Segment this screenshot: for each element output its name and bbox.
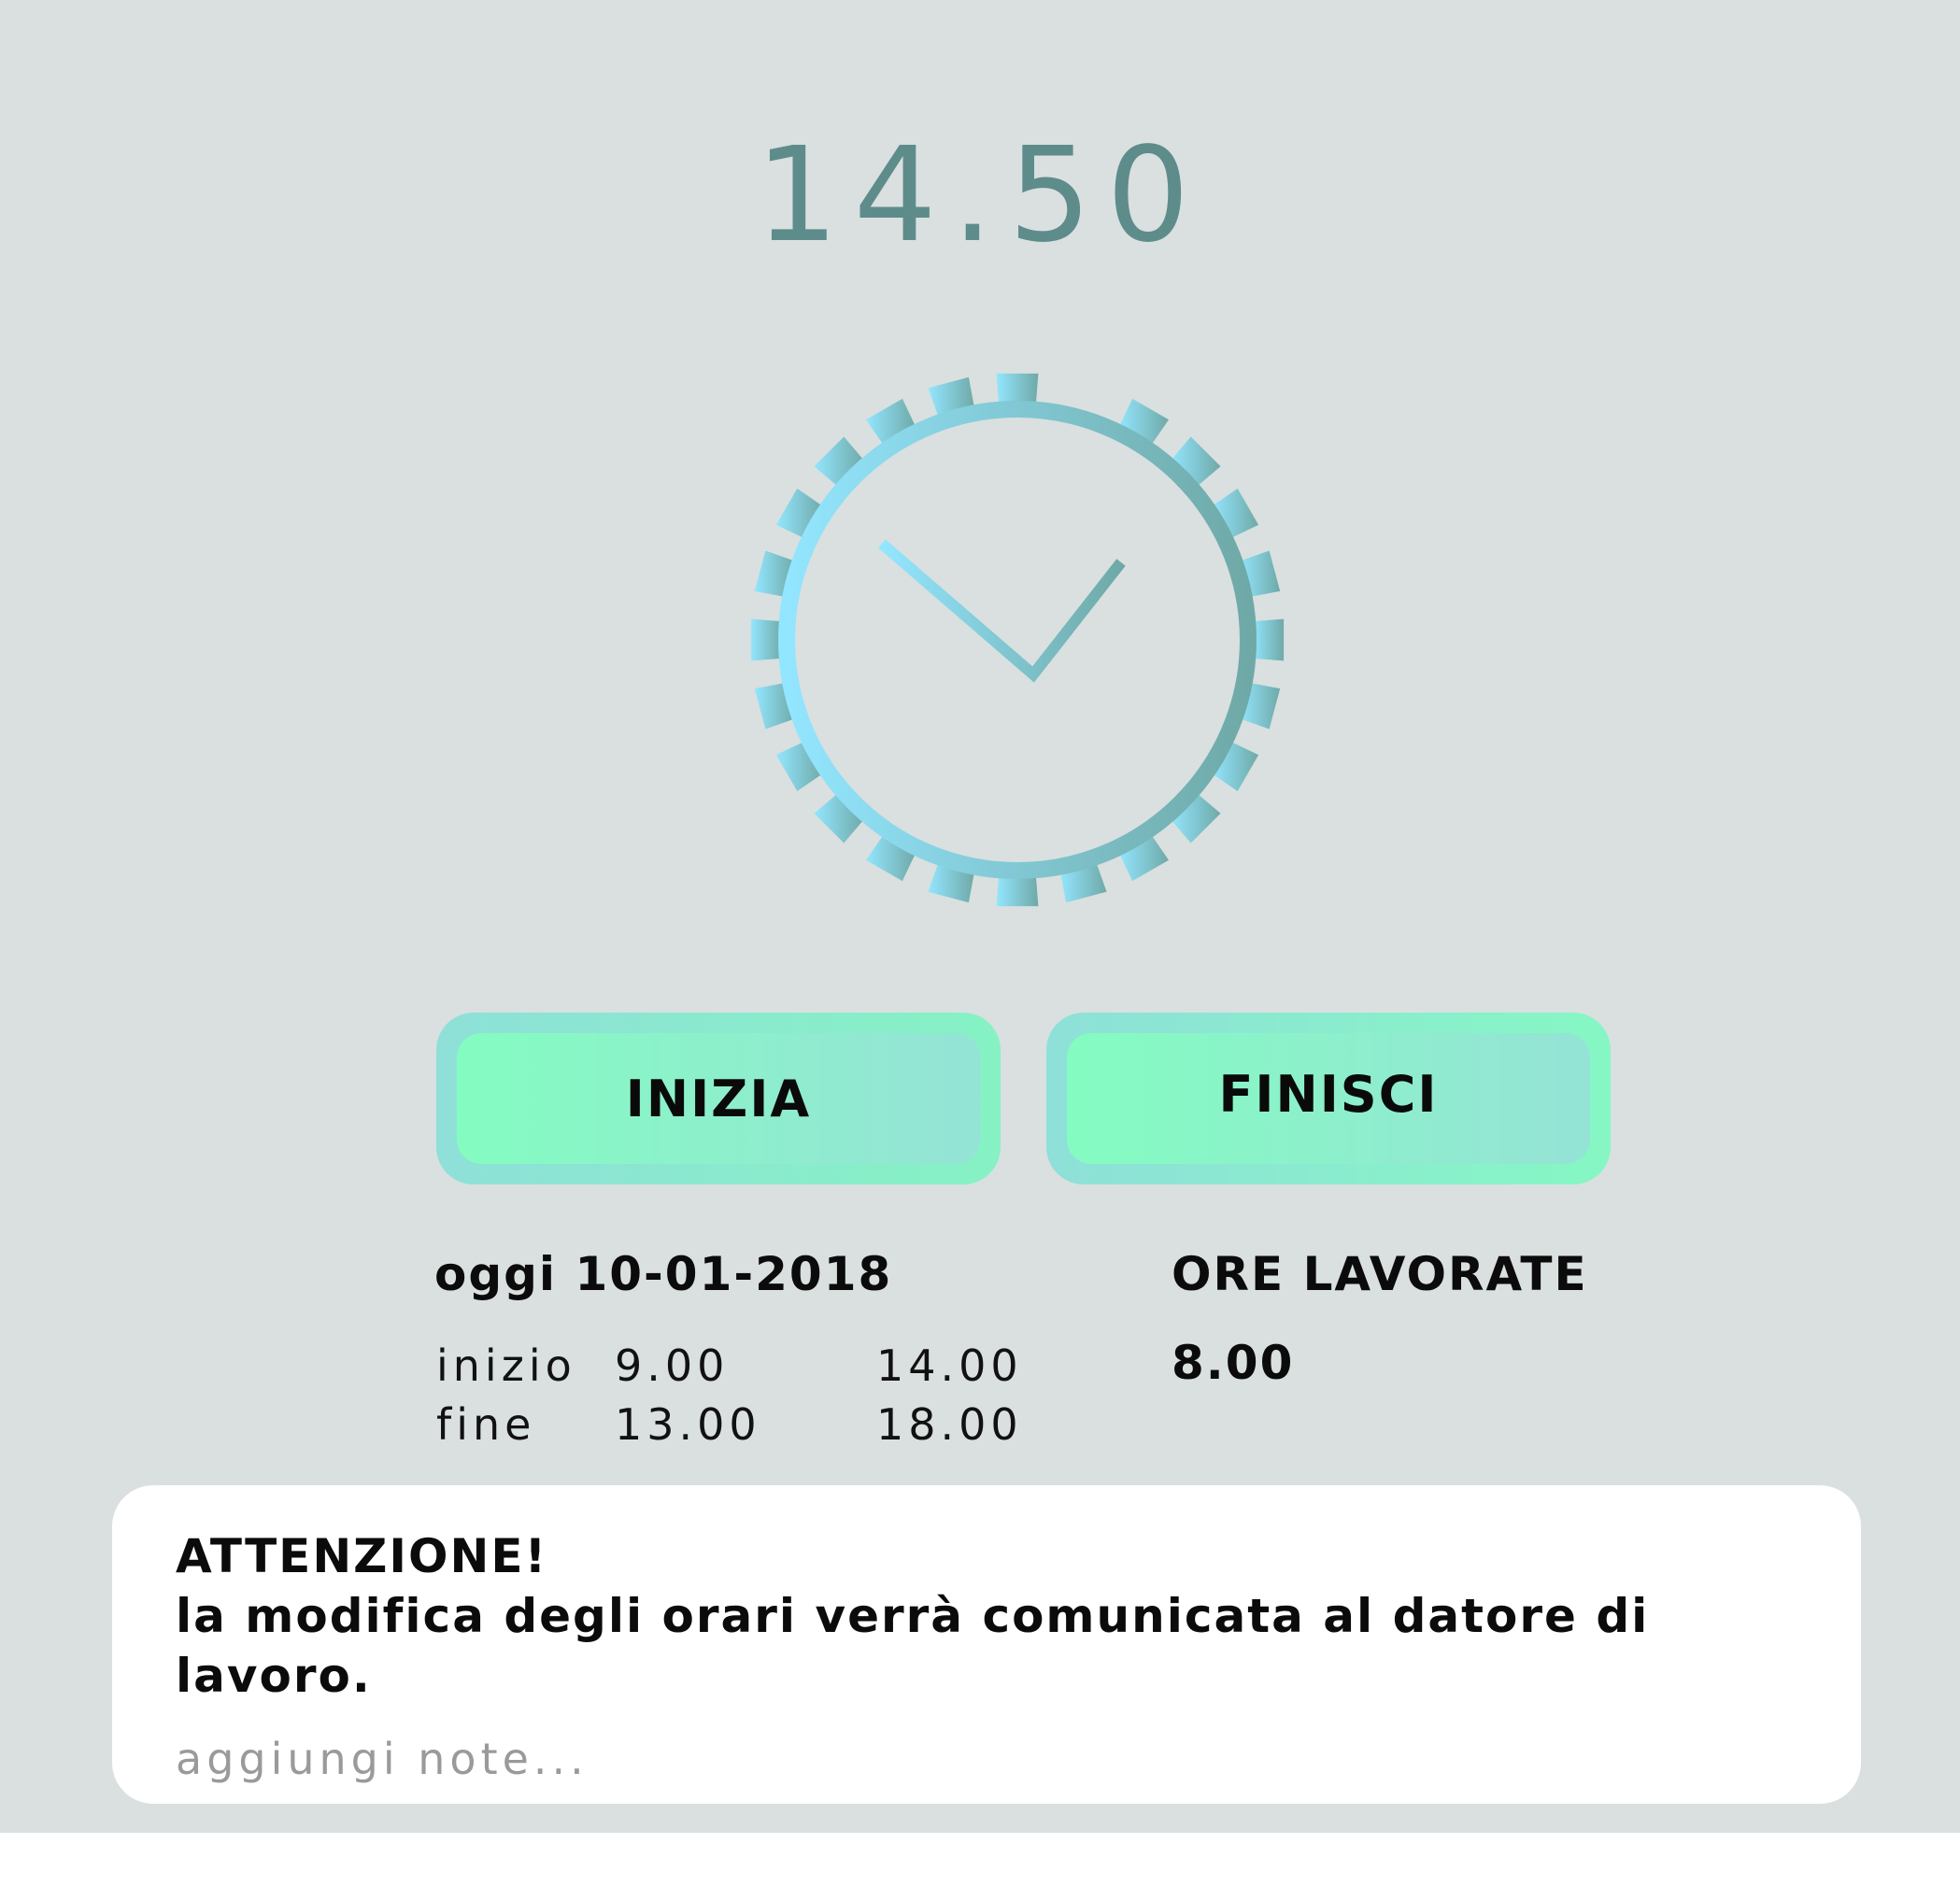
today-date: oggi 10-01-2018 (434, 1247, 893, 1301)
start-button[interactable]: INIZIA (436, 1013, 1001, 1184)
hours-worked-title: ORE LAVORATE (1172, 1247, 1588, 1301)
shift-1-start[interactable]: 9.00 (615, 1340, 729, 1391)
warning-title: ATTENZIONE! (176, 1529, 548, 1583)
shift-1-end[interactable]: 13.00 (615, 1399, 761, 1450)
start-row-label: inizio (436, 1340, 576, 1391)
warning-message: la modifica degli orari verrà comunicata… (176, 1589, 1650, 1703)
start-button-label: INIZIA (457, 1033, 980, 1164)
warning-card: ATTENZIONE! la modifica degli orari verr… (112, 1485, 1861, 1804)
finish-button[interactable]: FINISCI (1046, 1013, 1611, 1184)
app-screen: 14.50 INIZIA FINISCI oggi 10-01-2018 ini… (0, 0, 1960, 1833)
shift-2-end[interactable]: 18.00 (876, 1399, 1023, 1450)
notes-input[interactable] (176, 1734, 1577, 1784)
end-row-label: fine (436, 1399, 536, 1450)
hours-worked-value: 8.00 (1172, 1336, 1295, 1390)
finish-button-label: FINISCI (1067, 1033, 1590, 1164)
current-time: 14.50 (755, 120, 1205, 272)
analog-clock-icon (734, 357, 1300, 923)
shift-2-start[interactable]: 14.00 (876, 1340, 1023, 1391)
